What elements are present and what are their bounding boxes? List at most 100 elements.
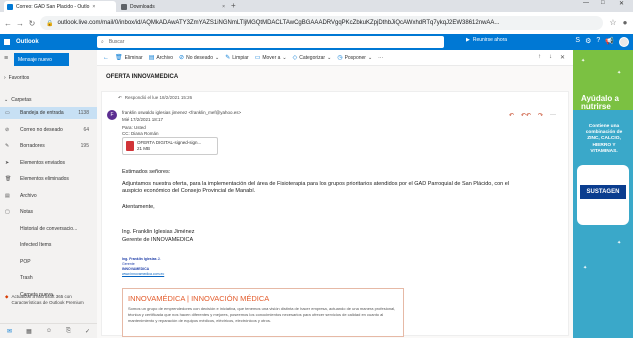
back-arrow-icon: ←	[103, 54, 109, 61]
folder-item[interactable]: ▤ Archivo	[0, 190, 97, 202]
notes-icon: ▢	[5, 209, 10, 215]
to-line: Para: Usted	[122, 125, 146, 130]
todo-icon[interactable]: ✓	[85, 328, 90, 335]
folder-label: Elementos eliminados	[20, 176, 69, 182]
folder-item[interactable]: Historial de conversacio...	[0, 223, 97, 235]
office-icon: ◆	[5, 294, 9, 299]
drafts-icon: ✎	[5, 143, 10, 149]
forward-icon[interactable]: ↷	[538, 112, 543, 119]
email-subject: OFERTA INNOVAMEDICA	[106, 74, 178, 80]
sweep-button[interactable]: ✎ Limpiar	[225, 54, 248, 62]
skype-icon[interactable]: S	[575, 37, 580, 47]
advertisement[interactable]: ✦ ✦ Ayúdalo a nutrirse Contiene una comb…	[573, 50, 633, 338]
folder-item[interactable]: ⊘ Correo no deseado 64	[0, 124, 97, 136]
minimize-button[interactable]: —	[583, 0, 589, 6]
folder-item[interactable]: ✎ Borradores 195	[0, 140, 97, 152]
reply-all-icon[interactable]: ↶↶	[521, 112, 531, 119]
sender-avatar[interactable]: F	[107, 110, 117, 120]
avatar[interactable]	[619, 37, 629, 47]
new-tab-button[interactable]: +	[231, 1, 236, 10]
tab-downloads[interactable]: Downloads ×	[118, 1, 228, 12]
hamburger-menu-icon[interactable]: ≡	[4, 55, 8, 62]
new-message-button[interactable]: Mensaje nuevo	[14, 53, 69, 66]
more-icon[interactable]: ···	[550, 112, 556, 119]
inbox-icon: ▭	[5, 110, 10, 116]
folder-label: POP	[20, 258, 31, 265]
mail-icon[interactable]: ✉	[7, 328, 12, 335]
address-bar-row: ← → ↻ 🔒 outlook.live.com/mail/0/inbox/id…	[0, 12, 633, 34]
tab-title: Downloads	[130, 3, 155, 10]
folder-item[interactable]: POP	[0, 256, 97, 268]
delete-button[interactable]: 🗑 Eliminar	[115, 54, 143, 62]
junk-label: No deseado	[186, 54, 214, 61]
maximize-button[interactable]: □	[601, 0, 605, 6]
search-input[interactable]: ⌕ Buscar	[97, 36, 444, 48]
folder-item[interactable]: Trash	[0, 272, 97, 284]
up-arrow-icon[interactable]: ↑	[538, 54, 541, 61]
junk-button[interactable]: ⊘ No deseado ⌄	[179, 54, 219, 62]
lock-icon: 🔒	[46, 20, 54, 27]
folder-item[interactable]: ➤ Elementos enviados	[0, 157, 97, 169]
attachment-info: OFERTA DIGITAL-signed-sign... 21 MB	[137, 140, 201, 152]
move-button[interactable]: ▭ Mover a ⌄	[255, 54, 287, 62]
megaphone-icon[interactable]: 📢	[605, 37, 614, 47]
small-sig-name: Ing. Franklin Iglesias J.	[122, 257, 161, 261]
close-window-button[interactable]: ✕	[619, 0, 624, 7]
folder-item[interactable]: Infected Items	[0, 239, 97, 251]
chevron-down-icon: ⌄	[367, 54, 373, 61]
more-icon: ···	[378, 54, 384, 61]
star-icon[interactable]: ☆	[607, 18, 619, 27]
upgrade-promo[interactable]: ◆ Actualizar a Microsoft 365 con Caracte…	[5, 294, 95, 306]
profile-icon[interactable]: ●	[619, 18, 631, 27]
archive-button[interactable]: ▤ Archivo	[149, 54, 173, 62]
back-arrow-icon[interactable]: ←	[2, 19, 14, 28]
video-camera-icon: ▶	[466, 37, 470, 43]
url-field[interactable]: 🔒 outlook.live.com/mail/0/inbox/id/AQMkA…	[40, 16, 603, 30]
people-icon[interactable]: ☺	[46, 328, 52, 334]
sender-line[interactable]: franklin oswaldo iglesias jimenez <frank…	[122, 110, 241, 115]
folder-item[interactable]: 🗑 Elementos eliminados	[0, 173, 97, 185]
close-icon[interactable]: ✕	[560, 54, 565, 61]
help-icon[interactable]: ?	[596, 37, 600, 47]
snooze-button[interactable]: ◷ Posponer ⌄	[337, 54, 373, 62]
small-sig-role: Gerente	[122, 262, 135, 266]
search-icon: ⌕	[101, 39, 104, 45]
website-link[interactable]: www.innovamedica.com.ec	[122, 272, 164, 276]
outlook-favicon-icon	[7, 3, 13, 10]
favorites-section[interactable]: › Favoritos	[4, 75, 29, 81]
folder-label: Elementos enviados	[20, 159, 66, 166]
sent-icon: ➤	[5, 159, 10, 166]
sent-date: Mié 17/2/2021 18:17	[122, 117, 164, 122]
calendar-icon[interactable]: ▦	[26, 328, 32, 335]
product-can: SUSTAGEN	[577, 165, 629, 225]
attach-icon[interactable]: ⎘	[66, 328, 71, 335]
reply-icon: ↶	[118, 95, 122, 100]
meet-now-label: Reunirse ahora	[472, 37, 508, 43]
trash-icon: 🗑	[5, 176, 12, 182]
folder-item[interactable]: ▭ Bandeja de entrada 1138	[0, 107, 97, 119]
tab-outlook[interactable]: Correo: GAD San Placido - Outlo ×	[4, 1, 116, 12]
archive-icon: ▤	[5, 192, 10, 199]
close-tab-icon[interactable]: ×	[222, 4, 225, 10]
categorize-button[interactable]: ◇ Categorizar ⌄	[293, 54, 332, 62]
delete-label: Eliminar	[124, 54, 143, 61]
forward-arrow-icon[interactable]: →	[14, 19, 26, 28]
folder-item[interactable]: ▢ Notas	[0, 206, 97, 218]
app-launcher-icon[interactable]	[4, 39, 10, 45]
meet-now-button[interactable]: ▶ Reunirse ahora	[466, 37, 507, 43]
folders-section[interactable]: ⌄ Carpetas	[4, 97, 32, 103]
back-button[interactable]: ←	[103, 55, 109, 61]
more-actions-button[interactable]: ···	[378, 55, 383, 61]
gear-icon[interactable]: ⚙	[585, 37, 591, 47]
down-arrow-icon[interactable]: ↓	[549, 54, 552, 61]
reply-icon[interactable]: ↶	[509, 112, 514, 119]
message-card: ↶ Respondió el lue 18/2/2021 15:26 F fra…	[101, 91, 569, 337]
reload-icon[interactable]: ↻	[26, 19, 38, 28]
company-banner: INNOVAMÉDICA | INNOVACIÓN MÉDICA Somos u…	[122, 288, 404, 337]
move-label: Mover a	[262, 54, 281, 61]
folder-label: Bandeja de entrada	[20, 110, 64, 116]
close-tab-icon[interactable]: ×	[92, 4, 95, 10]
folder-count: 195	[80, 143, 89, 149]
sparkle-icon: ✦	[617, 240, 622, 246]
attachment-card[interactable]: OFERTA DIGITAL-signed-sign... 21 MB	[122, 137, 218, 155]
